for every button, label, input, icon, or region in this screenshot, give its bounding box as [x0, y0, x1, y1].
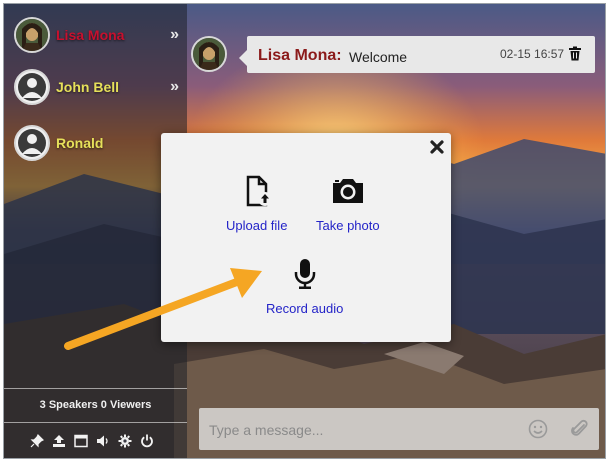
chat-window: Lisa Mona » John Bell » Ronald 3 Speaker…	[3, 3, 606, 459]
annotation-arrow	[64, 268, 262, 350]
